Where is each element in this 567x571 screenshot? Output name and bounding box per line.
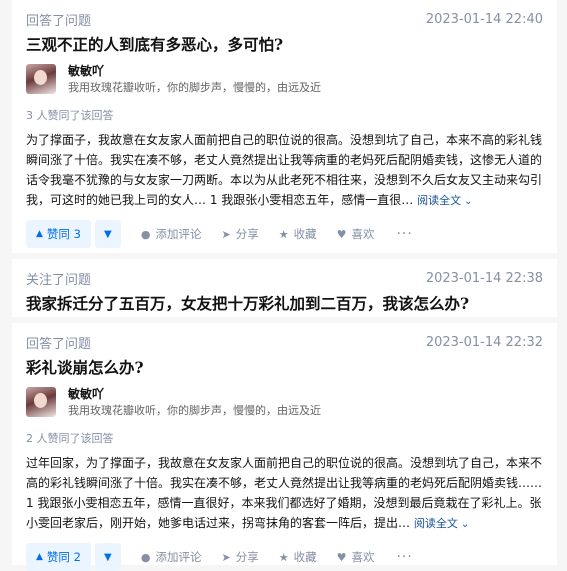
comment-bubble-icon: ● xyxy=(140,550,151,564)
author-name[interactable]: 敏敏吖 xyxy=(68,387,321,402)
feed-timestamp: 2023-01-14 22:40 xyxy=(425,11,543,27)
author-name[interactable]: 敏敏吖 xyxy=(68,64,321,79)
like-label: 喜欢 xyxy=(351,550,375,564)
avatar[interactable] xyxy=(26,387,56,417)
feed-action-label: 回答了问题 xyxy=(26,13,92,29)
feed-item-answer: 回答了问题 2023-01-14 22:32 彩礼谈崩怎么办? 敏敏吖 我用玫瑰… xyxy=(12,323,557,571)
comment-bubble-icon: ● xyxy=(140,227,151,241)
answer-excerpt[interactable]: 为了撑面子，我故意在女友家人面前把自己的职位说的很高。没想到坑了自己，本来不高的… xyxy=(26,130,543,212)
triangle-up-icon: ▲ xyxy=(36,229,43,239)
more-options-button[interactable]: ··· xyxy=(396,226,412,242)
vote-count-note: 2 人赞同了该回答 xyxy=(26,432,114,445)
share-label: 分享 xyxy=(235,227,259,241)
feed-action-label: 回答了问题 xyxy=(26,336,92,352)
star-icon: ★ xyxy=(278,550,289,564)
add-comment-label: 添加评论 xyxy=(155,550,202,564)
avatar[interactable] xyxy=(26,64,56,94)
feed-timestamp: 2023-01-14 22:32 xyxy=(425,334,543,350)
answer-excerpt[interactable]: 过年回家，为了撑面子，我故意在女友家人面前把自己的职位说的很高。没想到坑了自己，… xyxy=(26,453,543,535)
author-bio: 我用玫瑰花瓣收听，你的脚步声，慢慢的，由远及近 xyxy=(68,81,321,94)
add-comment-button[interactable]: ● 添加评论 xyxy=(141,549,202,565)
favorite-button[interactable]: ★ 收藏 xyxy=(279,549,317,565)
add-comment-label: 添加评论 xyxy=(155,227,202,241)
like-label: 喜欢 xyxy=(351,227,375,241)
feed-item-meta: 关注了问题 2023-01-14 22:38 xyxy=(26,267,543,289)
paper-plane-icon: ➤ xyxy=(221,227,231,241)
feed-item-meta: 回答了问题 2023-01-14 22:32 xyxy=(26,331,543,353)
triangle-up-icon: ▲ xyxy=(36,552,43,562)
downvote-button[interactable]: ▼ xyxy=(94,543,121,571)
upvote-label: 赞同 3 xyxy=(46,227,81,241)
chevron-down-icon: ⌄ xyxy=(464,196,473,207)
upvote-button[interactable]: ▲ 赞同 3 xyxy=(26,220,91,248)
read-more-link[interactable]: 阅读全文 ⌄ xyxy=(414,517,469,530)
author-info: 敏敏吖 我用玫瑰花瓣收听，你的脚步声，慢慢的，由远及近 xyxy=(26,64,543,100)
feed-action-label: 关注了问题 xyxy=(26,272,92,288)
heart-icon: ♥ xyxy=(336,550,347,564)
chevron-down-icon: ⌄ xyxy=(460,519,470,530)
question-title[interactable]: 我家拆迁分了五百万，女友把十万彩礼加到二百万，我该怎么办? xyxy=(26,293,543,315)
star-icon: ★ xyxy=(278,227,289,241)
share-label: 分享 xyxy=(235,550,259,564)
favorite-label: 收藏 xyxy=(293,227,317,241)
feed-item-follow: 关注了问题 2023-01-14 22:38 我家拆迁分了五百万，女友把十万彩礼… xyxy=(12,259,557,317)
like-button[interactable]: ♥ 喜欢 xyxy=(337,226,375,242)
triangle-down-icon: ▼ xyxy=(104,228,112,240)
upvote-button[interactable]: ▲ 赞同 2 xyxy=(26,543,91,571)
share-button[interactable]: ➤ 分享 xyxy=(222,549,259,565)
author-info: 敏敏吖 我用玫瑰花瓣收听，你的脚步声，慢慢的，由远及近 xyxy=(26,387,543,423)
read-more-label: 阅读全文 xyxy=(417,194,462,207)
feed-timestamp: 2023-01-14 22:38 xyxy=(425,270,543,286)
vote-count-note: 3 人赞同了该回答 xyxy=(26,109,114,122)
question-title[interactable]: 三观不正的人到底有多恶心，多可怕? xyxy=(26,34,543,56)
heart-icon: ♥ xyxy=(336,227,347,241)
upvote-label: 赞同 2 xyxy=(46,550,81,564)
paper-plane-icon: ➤ xyxy=(221,550,231,564)
add-comment-button[interactable]: ● 添加评论 xyxy=(141,226,202,242)
triangle-down-icon: ▼ xyxy=(104,551,112,563)
downvote-button[interactable]: ▼ xyxy=(94,220,121,248)
like-button[interactable]: ♥ 喜欢 xyxy=(337,549,375,565)
favorite-button[interactable]: ★ 收藏 xyxy=(279,226,317,242)
share-button[interactable]: ➤ 分享 xyxy=(222,226,259,242)
read-more-link[interactable]: 阅读全文 ⌄ xyxy=(417,194,472,207)
answer-actions: ▲ 赞同 2 ▼ ● 添加评论 ➤ 分享 ★ 收藏 ♥ 喜欢 ··· xyxy=(26,543,543,571)
more-options-button[interactable]: ··· xyxy=(396,549,412,565)
answer-actions: ▲ 赞同 3 ▼ ● 添加评论 ➤ 分享 ★ 收藏 ♥ 喜欢 ··· xyxy=(26,220,543,248)
read-more-label: 阅读全文 xyxy=(413,517,458,530)
feed-item-answer: 回答了问题 2023-01-14 22:40 三观不正的人到底有多恶心，多可怕?… xyxy=(12,0,557,253)
author-bio: 我用玫瑰花瓣收听，你的脚步声，慢慢的，由远及近 xyxy=(68,404,321,417)
feed-item-meta: 回答了问题 2023-01-14 22:40 xyxy=(26,8,543,30)
question-title[interactable]: 彩礼谈崩怎么办? xyxy=(26,357,543,379)
favorite-label: 收藏 xyxy=(293,550,317,564)
